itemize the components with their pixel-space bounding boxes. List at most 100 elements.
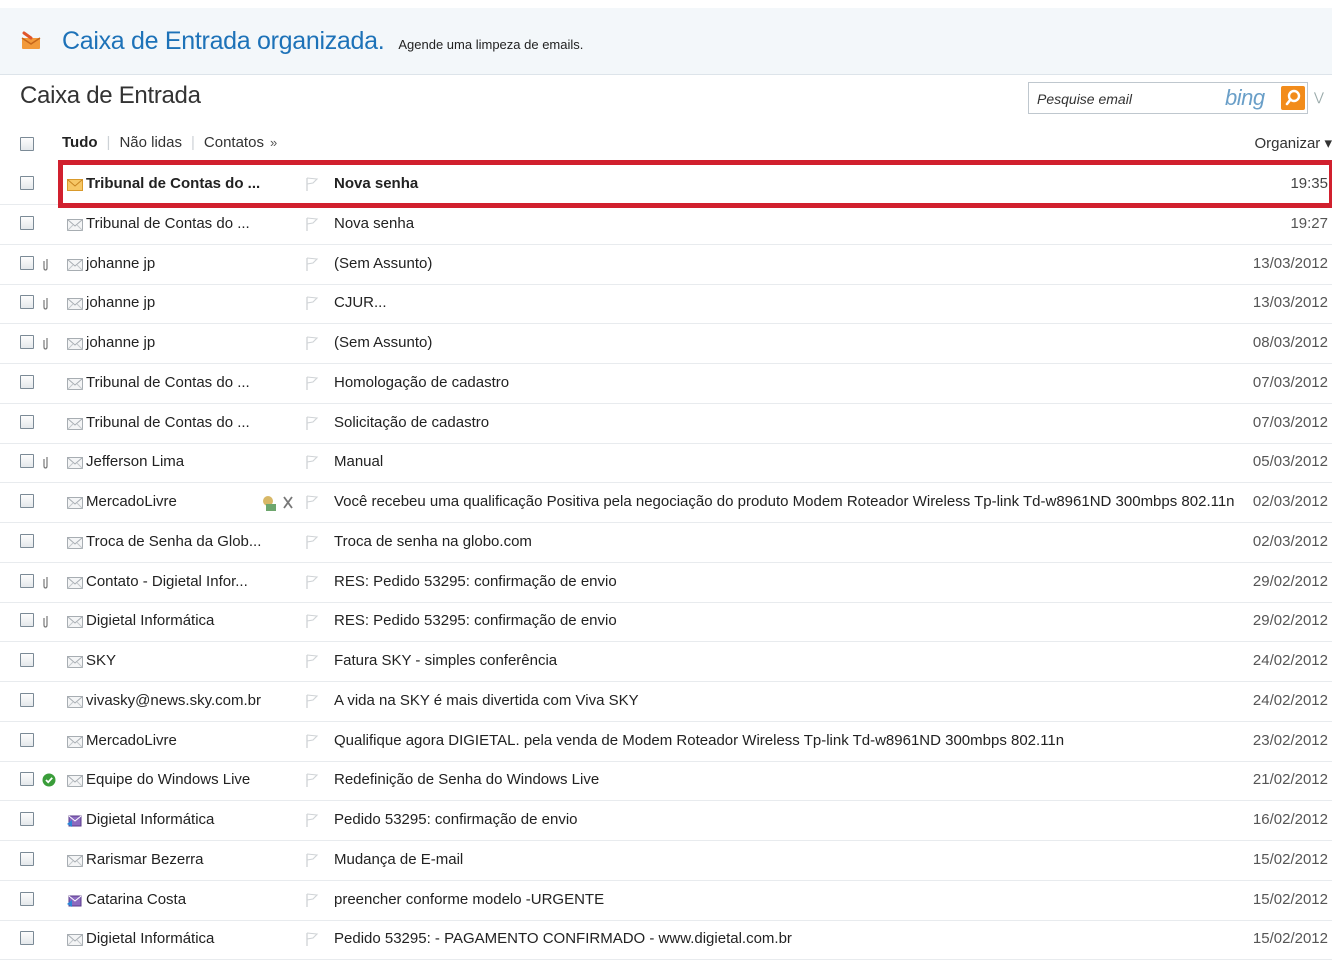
search-button[interactable] xyxy=(1281,86,1305,110)
email-row[interactable]: Tribunal de Contas do ... Nova senha 19:3… xyxy=(0,166,1332,205)
flag-icon[interactable] xyxy=(304,494,320,510)
row-checkbox[interactable] xyxy=(20,812,34,826)
email-row[interactable]: Jefferson Lima Manual 05/03/2012 xyxy=(0,444,1332,484)
email-row[interactable]: Tribunal de Contas do ... Solicitação de… xyxy=(0,405,1332,444)
flag-icon[interactable] xyxy=(304,256,320,272)
row-checkbox[interactable] xyxy=(20,931,34,946)
email-row[interactable]: Tribunal de Contas do ... Nova senha 19:2… xyxy=(0,206,1332,245)
email-row[interactable]: johanne jp (Sem Assunto) 08/03/2012 xyxy=(0,325,1332,364)
flag-icon[interactable] xyxy=(304,613,320,629)
flag-icon[interactable] xyxy=(304,295,320,311)
row-checkbox[interactable] xyxy=(20,692,34,707)
email-row[interactable]: vivasky@news.sky.com.br A vida na SKY é … xyxy=(0,683,1332,722)
filter-all-link[interactable]: Tudo xyxy=(62,134,98,151)
flag-icon[interactable] xyxy=(304,415,320,431)
email-row[interactable]: SKY Fatura SKY - simples conferência 24/0… xyxy=(0,643,1332,682)
row-checkbox[interactable] xyxy=(20,176,34,190)
email-row[interactable]: Equipe do Windows Live Redefinição de Se… xyxy=(0,762,1332,802)
search-input[interactable] xyxy=(1035,87,1209,111)
row-checkbox[interactable] xyxy=(20,374,34,389)
envelope-read-icon xyxy=(67,576,83,589)
flag-icon[interactable] xyxy=(304,852,320,868)
forward-icon xyxy=(67,894,83,907)
envelope-read-icon xyxy=(67,337,83,350)
date: 15/02/2012 xyxy=(1252,850,1328,868)
date: 16/02/2012 xyxy=(1252,811,1328,828)
subject: (Sem Assunto) xyxy=(334,334,433,351)
email-row[interactable]: Troca de Senha da Glob... Troca de senha… xyxy=(0,524,1332,563)
email-row[interactable]: Digietal Informática RES: Pedido 53295: … xyxy=(0,603,1332,643)
divider: | xyxy=(106,134,111,151)
flag-icon[interactable] xyxy=(304,892,320,908)
attachment-icon xyxy=(42,257,50,271)
more-filters-link[interactable]: » xyxy=(270,135,277,150)
sender: Contato - Digietal Infor... xyxy=(86,572,248,590)
filter-contacts-link[interactable]: Contatos xyxy=(204,134,264,151)
row-checkbox[interactable] xyxy=(20,772,34,787)
email-row[interactable]: MercadoLivre Você recebeu uma qualificaç… xyxy=(0,484,1332,523)
flag-icon[interactable] xyxy=(304,772,320,788)
banner-subtitle-link[interactable]: Agende uma limpeza de emails. xyxy=(398,37,583,52)
row-checkbox[interactable] xyxy=(20,295,34,310)
flag-icon[interactable] xyxy=(304,812,320,828)
subject: Homologação de cadastro xyxy=(334,373,510,391)
email-row[interactable]: Rarismar Bezerra Mudança de E-mail 15/02/… xyxy=(0,842,1332,881)
subject: Qualifique agora DIGIETAL. pela venda de… xyxy=(334,731,1065,749)
envelope-read-icon xyxy=(67,854,83,867)
search-icon xyxy=(1285,89,1301,106)
envelope-read-icon xyxy=(67,933,83,947)
envelope-read-icon xyxy=(67,735,83,748)
email-row[interactable]: johanne jp CJUR... 13/03/2012 xyxy=(0,285,1332,325)
page-title: Caixa de Entrada xyxy=(20,82,201,109)
row-checkbox[interactable] xyxy=(20,494,34,508)
flag-icon[interactable] xyxy=(304,375,320,391)
row-checkbox[interactable] xyxy=(20,891,34,906)
email-row[interactable]: MercadoLivre Qualifique agora DIGIETAL. … xyxy=(0,723,1332,762)
row-checkbox[interactable] xyxy=(20,454,34,469)
flag-icon[interactable] xyxy=(304,931,320,947)
flag-icon[interactable] xyxy=(304,176,320,192)
email-row[interactable]: Catarina Costa preencher conforme modelo… xyxy=(0,882,1332,921)
row-checkbox[interactable] xyxy=(20,533,34,548)
row-checkbox[interactable] xyxy=(20,573,34,588)
divider: | xyxy=(191,134,195,151)
subject: RES: Pedido 53295: confirmação de envio xyxy=(334,612,617,630)
envelope-read-icon xyxy=(67,417,83,430)
flag-icon[interactable] xyxy=(304,534,320,550)
envelope-read-icon xyxy=(67,774,83,788)
subject: Nova senha xyxy=(334,214,415,232)
organize-menu[interactable]: Organizar ▾ xyxy=(1254,134,1332,152)
email-row[interactable]: Contato - Digietal Infor... RES: Pedido … xyxy=(0,564,1332,603)
date: 07/03/2012 xyxy=(1252,373,1328,391)
row-checkbox[interactable] xyxy=(20,653,34,667)
envelope-read-icon xyxy=(67,496,83,509)
email-row[interactable]: Digietal Informática Pedido 53295: - PAG… xyxy=(0,921,1332,960)
flag-icon[interactable] xyxy=(304,693,320,709)
row-checkbox[interactable] xyxy=(20,613,34,628)
subject: Nova senha xyxy=(334,175,419,192)
filter-unread-link[interactable]: Não lidas xyxy=(119,134,182,151)
envelope-read-icon xyxy=(67,297,83,311)
row-checkbox[interactable] xyxy=(20,335,34,349)
select-all-checkbox[interactable] xyxy=(20,137,34,151)
flag-icon[interactable] xyxy=(304,454,320,470)
flag-icon[interactable] xyxy=(304,335,320,351)
email-row[interactable]: Tribunal de Contas do ... Homologação de… xyxy=(0,365,1332,404)
row-checkbox[interactable] xyxy=(20,414,34,429)
attachment-icon xyxy=(42,575,50,589)
row-checkbox[interactable] xyxy=(20,215,34,230)
flag-icon[interactable] xyxy=(304,733,320,749)
row-checkbox[interactable] xyxy=(20,255,34,270)
flag-icon[interactable] xyxy=(304,216,320,232)
row-checkbox[interactable] xyxy=(20,851,34,866)
email-row[interactable]: johanne jp (Sem Assunto) 13/03/2012 xyxy=(0,246,1332,285)
chevron-down-icon[interactable]: ⋁ xyxy=(1314,90,1324,104)
banner-title[interactable]: Caixa de Entrada organizada. xyxy=(62,27,385,56)
subject: Pedido 53295: - PAGAMENTO CONFIRMADO - w… xyxy=(334,930,792,948)
email-row[interactable]: Digietal Informática Pedido 53295: confi… xyxy=(0,802,1332,841)
flag-icon[interactable] xyxy=(304,653,320,669)
flag-icon[interactable] xyxy=(304,574,320,590)
date: 24/02/2012 xyxy=(1252,691,1328,709)
row-checkbox[interactable] xyxy=(20,732,34,747)
envelope-read-icon xyxy=(67,615,83,629)
